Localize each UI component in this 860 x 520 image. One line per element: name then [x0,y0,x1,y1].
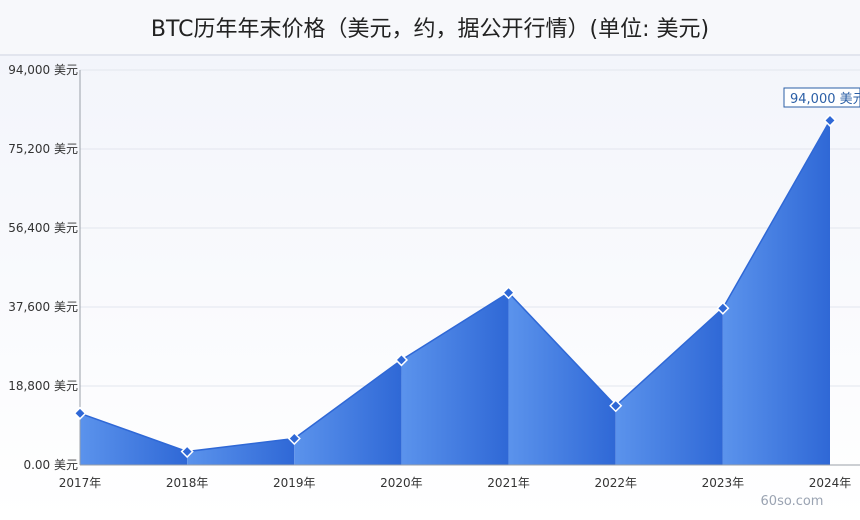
x-tick-label: 2023年 [702,476,745,490]
y-tick-label: 94,000 美元 [8,63,78,77]
peak-label: 94,000 美元 [790,92,860,107]
area-segment [722,120,830,465]
x-tick-label: 2017年 [59,476,102,490]
x-tick-labels: 2017年 2018年 2019年 2020年 2021年 2022年 2023年 2024年 [59,476,852,490]
y-tick-label: 75,200 美元 [8,142,78,156]
x-tick-label: 2020年 [380,476,423,490]
y-tick-label: 18,800 美元 [8,379,78,393]
y-tick-label: 37,600 美元 [8,300,78,314]
y-tick-label: 56,400 美元 [8,221,78,235]
area-segment [80,413,188,465]
area-segment [401,292,509,465]
x-tick-label: 2021年 [487,476,530,490]
area-chart: 0.00 美元 18,800 美元 37,600 美元 56,400 美元 75,200… [8,63,860,490]
y-tick-labels: 0.00 美元 18,800 美元 37,600 美元 56,400 美元 75,200… [8,63,78,472]
area-series [79,120,831,465]
area-segment [294,359,402,465]
x-tick-label: 2018年 [166,476,209,490]
watermark-text: 60so.com [760,494,824,509]
annotations: 94,000 美元 [783,87,860,108]
x-tick-label: 2024年 [809,476,852,490]
x-tick-label: 2022年 [594,476,637,490]
area-segment [508,292,616,465]
data-point-marker[interactable] [823,113,837,127]
x-tick-label: 2019年 [273,476,316,490]
y-tick-label: 0.00 美元 [23,458,78,472]
area-segment [187,438,295,465]
area-segment [615,308,723,465]
